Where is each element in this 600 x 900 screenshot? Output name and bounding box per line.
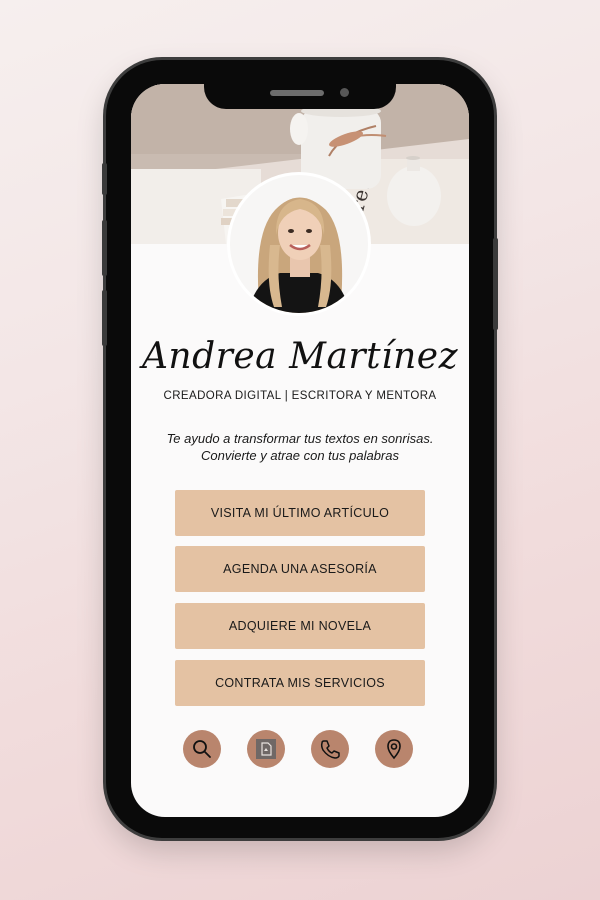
search-icon xyxy=(193,740,211,758)
phone-screen: reta Andrea Martínez CREADORA DIGITAL | … xyxy=(131,84,469,817)
book-consultation-button[interactable]: AGENDA UNA ASESORÍA xyxy=(175,546,425,592)
phone-volume-up xyxy=(102,220,107,276)
phone-icon xyxy=(320,740,340,759)
profile-avatar xyxy=(230,175,368,313)
tagline-line-1: Te ayudo a transformar tus textos en son… xyxy=(166,431,434,446)
tagline-line-2: Convierte y atrae con tus palabras xyxy=(201,448,399,463)
phone-power-button xyxy=(493,238,498,330)
phone-volume-down xyxy=(102,290,107,346)
location-pin-icon xyxy=(387,739,401,760)
document-button[interactable] xyxy=(247,730,285,768)
profile-subtitle: CREADORA DIGITAL | ESCRITORA Y MENTORA xyxy=(163,390,437,402)
buy-novel-button[interactable]: ADQUIERE MI NOVELA xyxy=(175,603,425,649)
profile-name: Andrea Martínez xyxy=(141,336,459,377)
visit-latest-article-button[interactable]: VISITA MI ÚLTIMO ARTÍCULO xyxy=(175,490,425,536)
profile-photo xyxy=(230,175,368,313)
phone-silent-switch xyxy=(102,163,107,195)
location-button[interactable] xyxy=(375,730,413,768)
phone-button[interactable] xyxy=(311,730,349,768)
phone-camera xyxy=(340,88,349,97)
phone-notch xyxy=(204,60,396,109)
document-icon xyxy=(256,739,276,759)
search-button[interactable] xyxy=(183,730,221,768)
phone-speaker xyxy=(270,90,324,96)
profile-tagline: Te ayudo a transformar tus textos en son… xyxy=(131,430,469,464)
hire-services-button[interactable]: CONTRATA MIS SERVICIOS xyxy=(175,660,425,706)
